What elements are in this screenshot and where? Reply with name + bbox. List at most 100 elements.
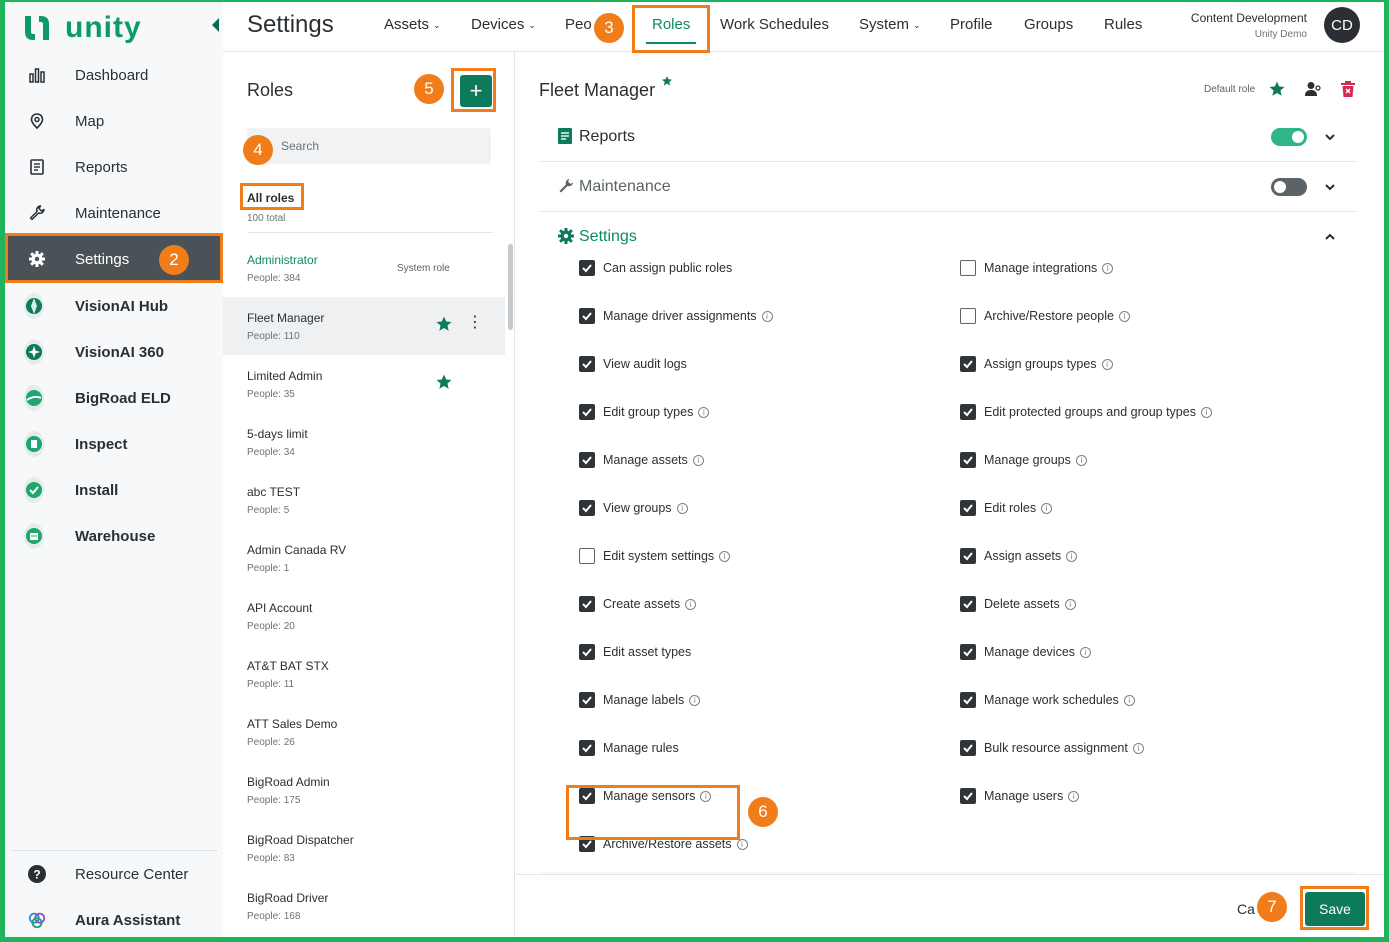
section-reports[interactable]: Reports [539,112,1357,162]
add-role-button[interactable]: + [460,75,492,107]
star-icon[interactable] [435,373,453,396]
assign-people-icon[interactable] [1304,80,1322,103]
role-item[interactable]: abc TEST People: 5 [223,471,505,529]
info-icon[interactable]: i [1101,358,1113,370]
nav-item-reports[interactable]: Reports [5,144,223,190]
chevron-down-icon[interactable] [1324,180,1336,198]
permission-archive-restore-assets[interactable]: Archive/Restore assets i [579,836,748,852]
checkbox-unchecked[interactable] [960,260,976,276]
nav-item-dashboard[interactable]: Dashboard [5,52,223,98]
permission-manage-users[interactable]: Manage users i [960,788,1080,804]
all-roles-filter[interactable]: All roles [247,191,294,205]
collapse-sidebar-icon[interactable] [212,18,219,32]
permission-manage-work-schedules[interactable]: Manage work schedules i [960,692,1135,708]
nav-item-visionai-hub[interactable]: VisionAI Hub [5,283,223,329]
role-item[interactable]: Admin Canada RV People: 1 [223,529,505,587]
checkbox-checked[interactable] [960,404,976,420]
avatar[interactable]: CD [1324,7,1360,43]
tab-system[interactable]: System ⌄ [859,16,921,33]
nav-item-aura-assistant[interactable]: Aura Assistant [5,897,223,942]
info-icon[interactable]: i [692,454,704,466]
info-icon[interactable]: i [1080,646,1092,658]
checkbox-checked[interactable] [579,692,595,708]
permission-create-assets[interactable]: Create assets i [579,596,697,612]
role-item[interactable]: BigRoad Dispatcher People: 83 [223,819,505,877]
more-options-icon[interactable]: ⋮ [467,315,483,331]
permission-manage-devices[interactable]: Manage devices i [960,644,1092,660]
role-item[interactable]: AT&T BAT STX People: 11 [223,645,505,703]
permission-manage-sensors[interactable]: Manage sensors i [579,788,712,804]
permission-manage-assets[interactable]: Manage assets i [579,452,704,468]
role-item-fleet-manager[interactable]: Fleet Manager People: 110 ⋮ [223,297,505,355]
info-icon[interactable]: i [1118,310,1130,322]
info-icon[interactable]: i [761,310,773,322]
info-icon[interactable]: i [736,838,748,850]
permission-edit-group-types[interactable]: Edit group types i [579,404,710,420]
permission-manage-rules[interactable]: Manage rules [579,740,679,756]
role-item[interactable]: ATT Sales Demo People: 26 [223,703,505,761]
checkbox-checked[interactable] [579,404,595,420]
permission-can-assign-public-roles[interactable]: Can assign public roles [579,260,732,276]
role-item[interactable]: API Account People: 20 [223,587,505,645]
permission-edit-roles[interactable]: Edit roles i [960,500,1053,516]
nav-item-maintenance[interactable]: Maintenance [5,190,223,236]
info-icon[interactable]: i [685,598,697,610]
permission-edit-system-settings[interactable]: Edit system settings i [579,548,731,564]
cancel-button[interactable]: Ca [1237,901,1255,917]
info-icon[interactable]: i [1075,454,1087,466]
checkbox-checked[interactable] [579,740,595,756]
info-icon[interactable]: i [1123,694,1135,706]
nav-item-visionai-360[interactable]: VisionAI 360 [5,329,223,375]
nav-item-settings[interactable]: Settings [5,236,223,282]
tab-groups[interactable]: Groups [1024,16,1073,33]
checkbox-checked[interactable] [960,500,976,516]
info-icon[interactable]: i [698,406,710,418]
checkbox-unchecked[interactable] [960,308,976,324]
info-icon[interactable]: i [1041,502,1053,514]
checkbox-checked[interactable] [960,356,976,372]
section-maintenance[interactable]: Maintenance [539,162,1357,212]
tab-work-schedules[interactable]: Work Schedules [720,16,829,33]
tab-assets[interactable]: Assets ⌄ [384,16,441,33]
checkbox-checked[interactable] [579,644,595,660]
tab-devices[interactable]: Devices ⌄ [471,16,536,33]
info-icon[interactable]: i [700,790,712,802]
checkbox-checked[interactable] [960,644,976,660]
nav-item-bigroad-eld[interactable]: BigRoad ELD [5,375,223,421]
permission-bulk-resource-assignment[interactable]: Bulk resource assignment i [960,740,1144,756]
permission-assign-assets[interactable]: Assign assets i [960,548,1078,564]
chevron-up-icon[interactable] [1324,230,1336,248]
role-item-limited-admin[interactable]: Limited Admin People: 35 [223,355,505,413]
permission-edit-asset-types[interactable]: Edit asset types [579,644,691,660]
maintenance-toggle[interactable] [1271,178,1307,196]
permission-view-groups[interactable]: View groups i [579,500,688,516]
roles-scrollbar[interactable] [508,244,513,330]
nav-item-map[interactable]: Map [5,98,223,144]
info-icon[interactable]: i [1066,550,1078,562]
role-item[interactable]: BigRoad Driver People: 168 [223,877,505,935]
checkbox-checked[interactable] [579,788,595,804]
permission-view-audit-logs[interactable]: View audit logs [579,356,687,372]
permission-manage-groups[interactable]: Manage groups i [960,452,1087,468]
permission-edit-protected-groups-and-group-types[interactable]: Edit protected groups and group types i [960,404,1212,420]
tab-rules[interactable]: Rules [1104,16,1142,33]
role-item[interactable]: BigRoad Admin People: 175 [223,761,505,819]
info-icon[interactable]: i [1068,790,1080,802]
checkbox-checked[interactable] [579,836,595,852]
checkbox-checked[interactable] [960,596,976,612]
tab-roles[interactable]: Roles [645,16,697,44]
default-role-star-icon[interactable] [1268,80,1286,103]
info-icon[interactable]: i [689,694,701,706]
info-icon[interactable]: i [676,502,688,514]
checkbox-checked[interactable] [960,740,976,756]
checkbox-checked[interactable] [579,260,595,276]
permission-delete-assets[interactable]: Delete assets i [960,596,1076,612]
info-icon[interactable]: i [1132,742,1144,754]
brand-logo[interactable]: unity [21,10,142,46]
role-item-administrator[interactable]: Administrator People: 384 System role [223,239,505,297]
role-search-input[interactable] [247,128,491,164]
info-icon[interactable]: i [1102,262,1114,274]
checkbox-checked[interactable] [960,452,976,468]
nav-item-resource-center[interactable]: ? Resource Center [5,851,223,897]
nav-item-inspect[interactable]: Inspect [5,421,223,467]
